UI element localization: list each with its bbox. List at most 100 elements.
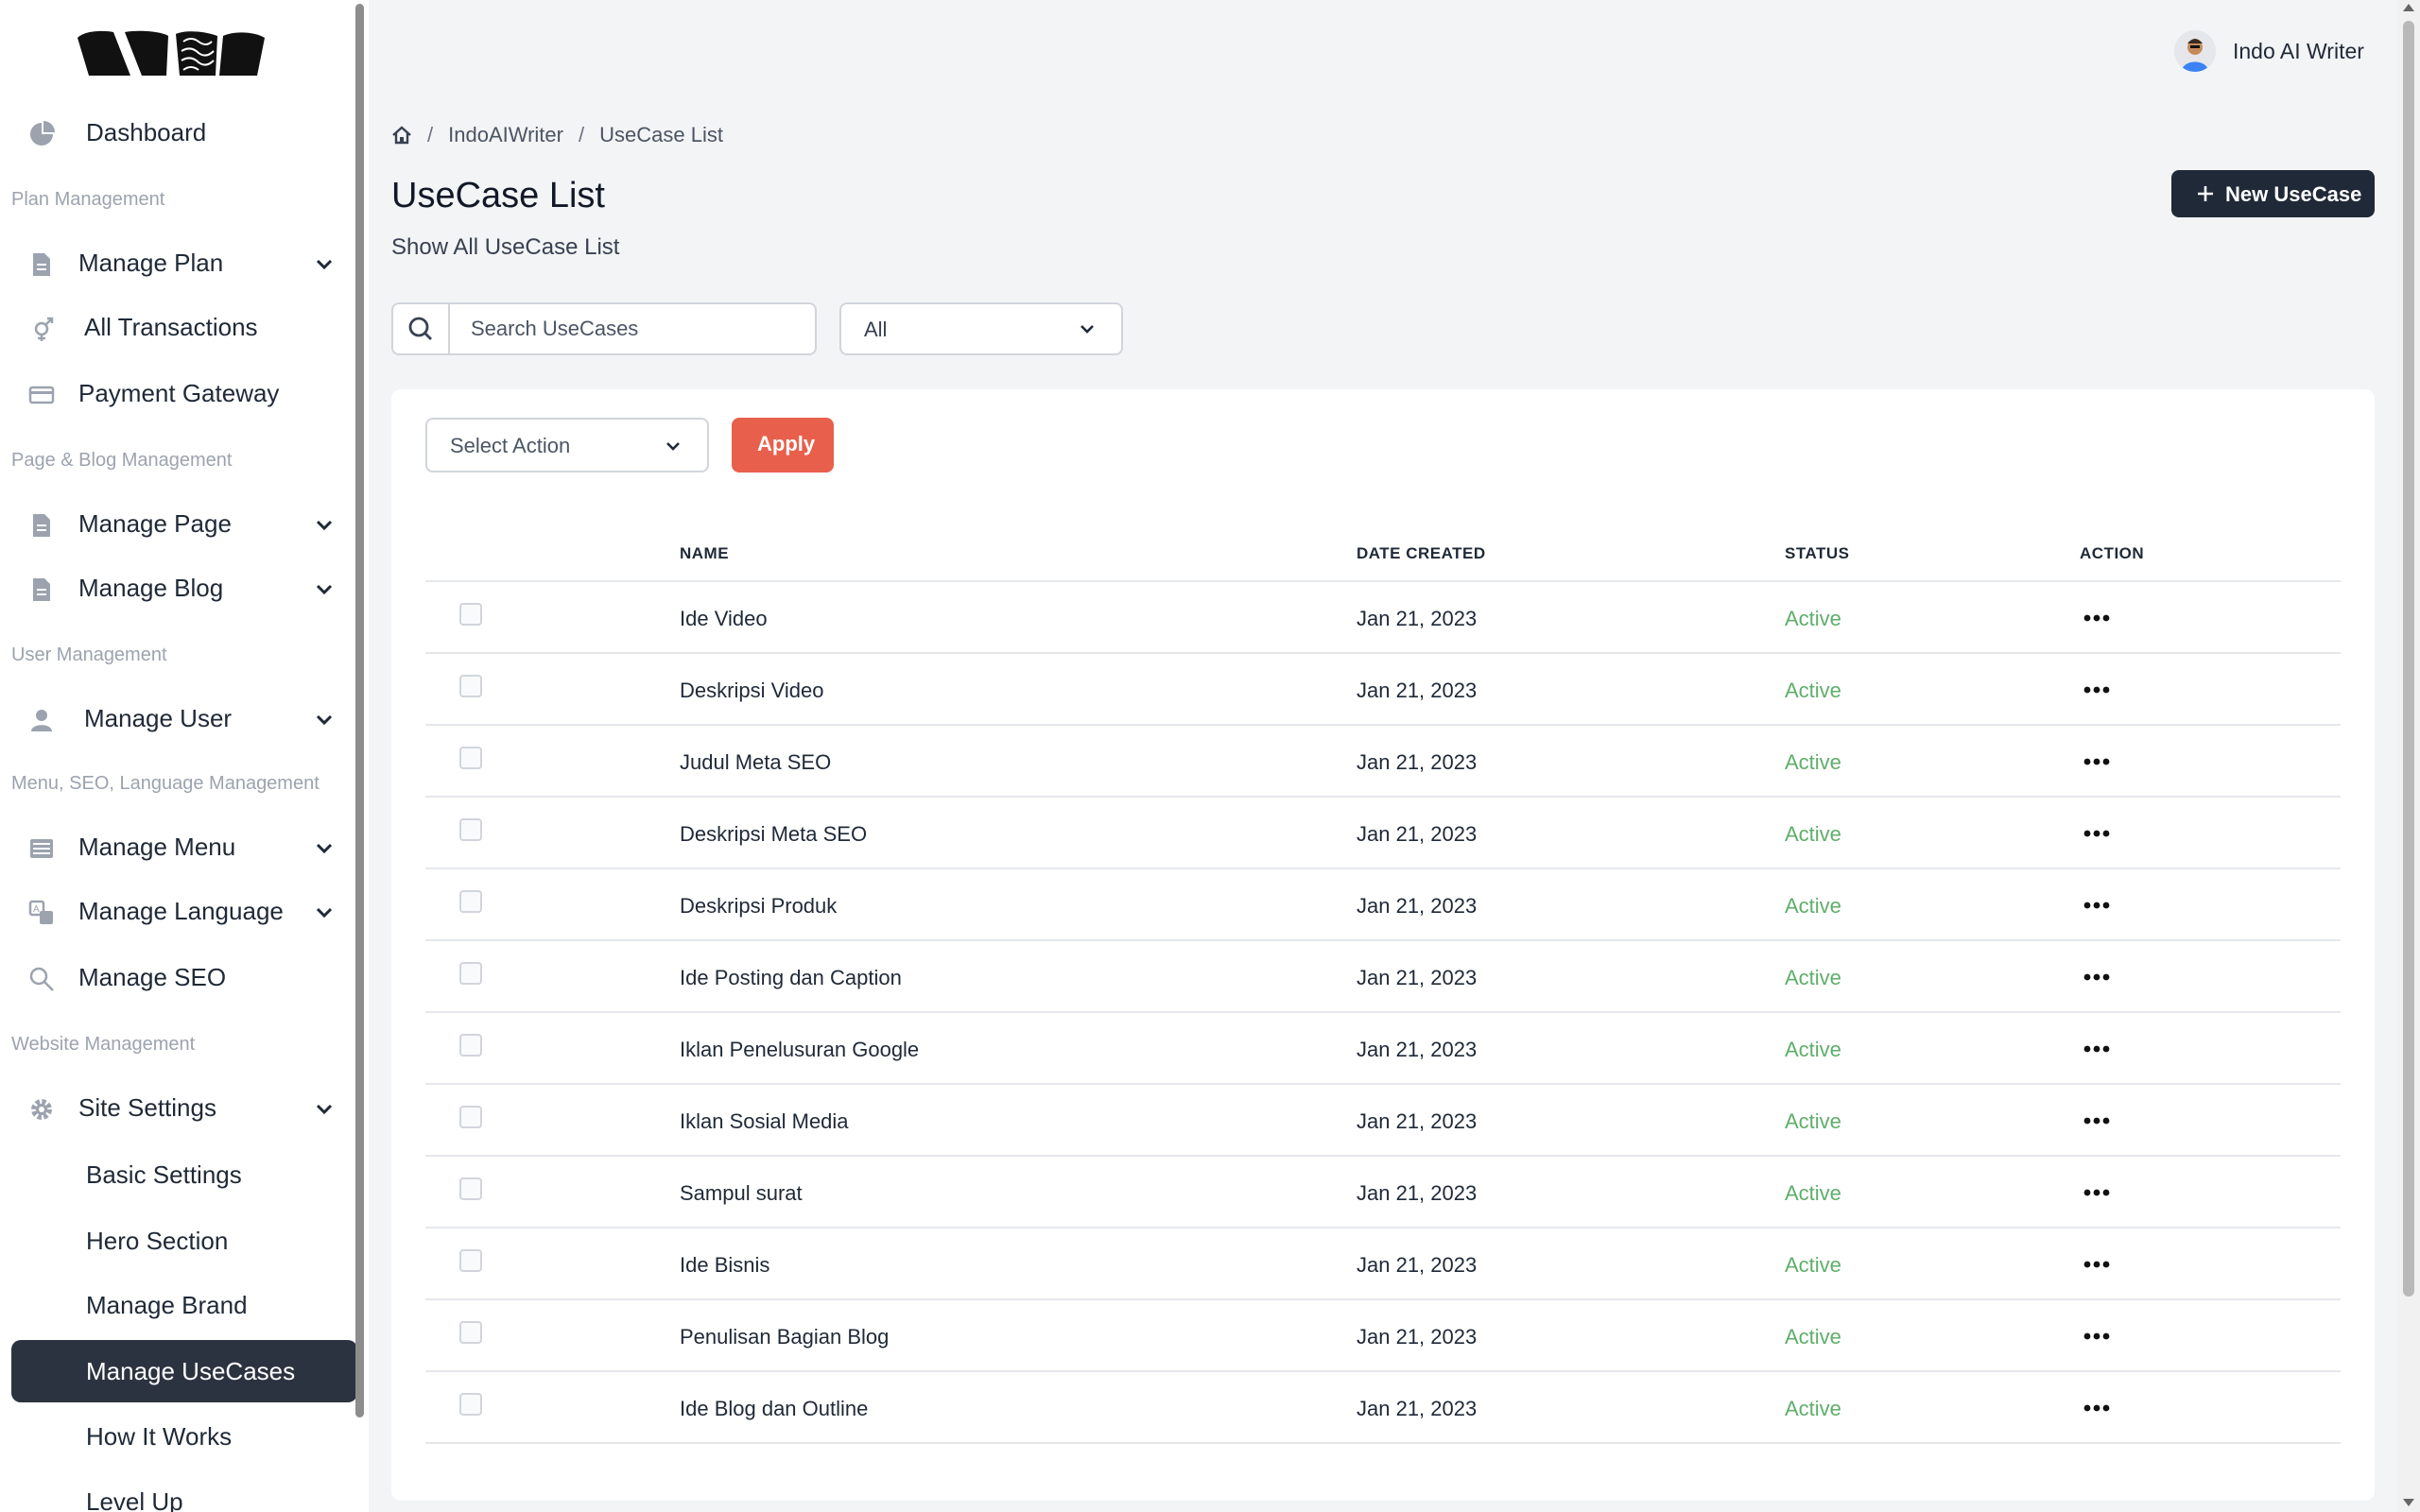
row-checkbox[interactable]: [459, 890, 482, 913]
more-options-icon[interactable]: [2078, 1036, 2116, 1062]
sidebar-item-manage-brand[interactable]: Manage Brand: [11, 1274, 357, 1336]
sidebar-item-site-settings[interactable]: Site Settings: [11, 1079, 357, 1138]
sidebar-item-manage-blog[interactable]: Manage Blog: [11, 559, 357, 618]
status-badge: Active: [1785, 1109, 1841, 1133]
sidebar-heading: Website Management: [11, 1034, 196, 1055]
svg-text:A: A: [33, 904, 40, 915]
search-icon: [29, 967, 54, 991]
sidebar-item-label: Manage Brand: [86, 1291, 248, 1319]
scroll-thumb[interactable]: [2403, 21, 2414, 1297]
sidebar-item-label: Manage Language: [78, 897, 284, 925]
sidebar-item-manage-menu[interactable]: Manage Menu: [11, 818, 357, 877]
sidebar-item-manage-seo[interactable]: Manage SEO: [11, 949, 357, 1007]
credit-card-icon: [28, 386, 55, 404]
sidebar-item-all-transactions[interactable]: All Transactions: [11, 299, 357, 357]
sidebar-item-label: Manage User: [84, 704, 233, 732]
more-options-icon[interactable]: [2078, 1323, 2116, 1349]
status-badge: Active: [1785, 679, 1841, 702]
user-menu[interactable]: Indo AI Writer: [2174, 28, 2364, 74]
row-checkbox[interactable]: [459, 962, 482, 985]
bulk-action-select[interactable]: Select Action: [425, 418, 709, 472]
user-name: Indo AI Writer: [2233, 38, 2364, 63]
more-options-icon[interactable]: [2078, 1251, 2116, 1278]
row-checkbox[interactable]: [459, 1177, 482, 1200]
sidebar-item-payment-gateway[interactable]: Payment Gateway: [11, 365, 357, 423]
apply-button[interactable]: Apply: [732, 418, 834, 472]
row-checkbox[interactable]: [459, 1034, 482, 1057]
page-scrollbar[interactable]: [2397, 0, 2420, 1512]
date-created: Jan 21, 2023: [1357, 607, 1478, 630]
row-checkbox[interactable]: [459, 1321, 482, 1344]
language-icon: A: [28, 900, 53, 924]
date-created: Jan 21, 2023: [1357, 1325, 1478, 1349]
table-row: Judul Meta SEO Jan 21, 2023 Active: [425, 726, 2341, 798]
new-usecase-button[interactable]: New UseCase: [2171, 170, 2375, 217]
row-checkbox[interactable]: [459, 1106, 482, 1128]
status-badge: Active: [1785, 894, 1841, 918]
column-header-action: ACTION: [2080, 544, 2145, 562]
more-options-icon[interactable]: [2078, 1108, 2116, 1134]
sidebar-item-manage-usecases[interactable]: Manage UseCases: [11, 1340, 357, 1402]
table-body: Ide Video Jan 21, 2023 Active Deskripsi Vid…: [425, 582, 2341, 1444]
sidebar-item-hero-section[interactable]: Hero Section: [11, 1210, 357, 1272]
sidebar-item-basic-settings[interactable]: Basic Settings: [11, 1143, 357, 1206]
table-row: Sampul surat Jan 21, 2023 Active: [425, 1157, 2341, 1228]
row-checkbox[interactable]: [459, 747, 482, 769]
sidebar-scrollbar[interactable]: [355, 4, 364, 1418]
row-checkbox[interactable]: [459, 675, 482, 697]
user-icon: [31, 710, 52, 731]
row-checkbox[interactable]: [459, 1393, 482, 1416]
status-filter-select[interactable]: All: [839, 302, 1123, 355]
sidebar-item-label: Dashboard: [86, 118, 207, 146]
more-options-icon[interactable]: [2078, 820, 2116, 847]
sidebar-item-how-it-works[interactable]: How It Works: [11, 1405, 357, 1468]
more-options-icon[interactable]: [2078, 892, 2116, 919]
more-options-icon[interactable]: [2078, 748, 2116, 775]
date-created: Jan 21, 2023: [1357, 966, 1478, 989]
chevron-down-icon: [316, 1104, 333, 1115]
more-options-icon[interactable]: [2078, 677, 2116, 703]
row-checkbox[interactable]: [459, 1249, 482, 1272]
sidebar-item-manage-language[interactable]: A Manage Language: [11, 883, 357, 941]
home-icon[interactable]: [391, 125, 412, 146]
chevron-down-icon: [316, 843, 333, 854]
search-input[interactable]: [450, 304, 815, 353]
sidebar: Dashboard Plan Management Manage Plan Al…: [0, 0, 369, 1512]
scroll-up-arrow[interactable]: [2403, 4, 2414, 11]
menu-icon: [30, 839, 53, 858]
sidebar-item-label: Manage SEO: [78, 963, 227, 991]
date-created: Jan 21, 2023: [1357, 1397, 1478, 1420]
usecase-table-card: Select Action Apply NAME DATE CREATED ST…: [391, 389, 2375, 1501]
row-checkbox[interactable]: [459, 603, 482, 626]
bulk-action-value: Select Action: [450, 434, 571, 457]
table-header: NAME DATE CREATED STATUS ACTION: [425, 512, 2341, 582]
more-options-icon[interactable]: [2078, 1395, 2116, 1421]
column-header-name: NAME: [680, 544, 730, 562]
breadcrumb-item[interactable]: IndoAIWriter: [448, 123, 563, 147]
more-options-icon[interactable]: [2078, 964, 2116, 990]
brand-logo[interactable]: [76, 30, 268, 77]
new-usecase-label: New UseCase: [2225, 182, 2362, 206]
status-badge: Active: [1785, 750, 1841, 774]
search-button[interactable]: [393, 304, 450, 353]
row-checkbox[interactable]: [459, 818, 482, 841]
breadcrumb-separator: /: [578, 123, 585, 146]
more-options-icon[interactable]: [2078, 605, 2116, 631]
column-header-status: STATUS: [1785, 544, 1850, 562]
table-row: Deskripsi Video Jan 21, 2023 Active: [425, 654, 2341, 726]
apply-label: Apply: [757, 432, 816, 455]
sidebar-item-dashboard[interactable]: Dashboard: [11, 104, 357, 163]
sidebar-item-label: Level Up: [86, 1487, 183, 1512]
sidebar-item-label: Site Settings: [78, 1093, 216, 1122]
sidebar-item-manage-plan[interactable]: Manage Plan: [11, 234, 357, 293]
sidebar-item-label: All Transactions: [84, 313, 258, 341]
scroll-down-arrow[interactable]: [2403, 1499, 2414, 1506]
sidebar-item-level-up[interactable]: Level Up: [11, 1470, 357, 1512]
sidebar-item-manage-page[interactable]: Manage Page: [11, 495, 357, 554]
usecase-name: Ide Bisnis: [680, 1253, 770, 1277]
date-created: Jan 21, 2023: [1357, 1253, 1478, 1277]
search-icon: [408, 317, 432, 340]
status-badge: Active: [1785, 966, 1841, 989]
more-options-icon[interactable]: [2078, 1179, 2116, 1206]
sidebar-item-manage-user[interactable]: Manage User: [11, 690, 357, 748]
